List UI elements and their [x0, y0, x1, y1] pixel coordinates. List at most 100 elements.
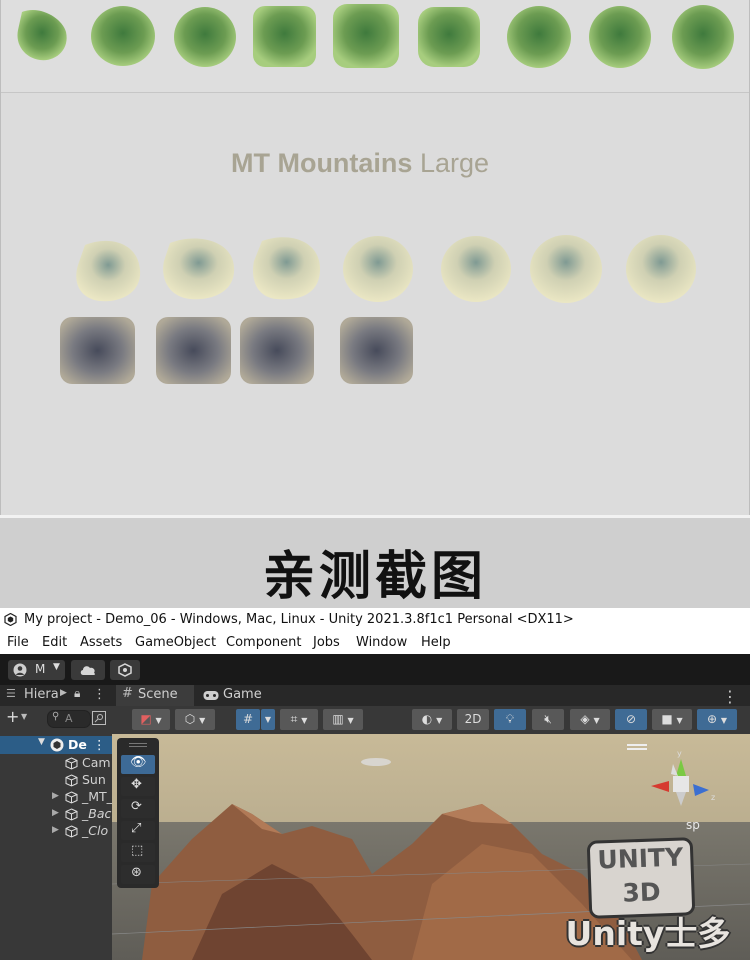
- rotate-tool-button[interactable]: ⟳: [121, 799, 155, 818]
- search-icon: ⚲: [52, 711, 60, 722]
- lock-icon[interactable]: 🔒︎: [74, 686, 80, 701]
- grid-icon: #: [122, 686, 133, 701]
- rock-mountain-1: [60, 317, 135, 384]
- unity-watermark: UNITY 3D Unity士多: [553, 835, 743, 953]
- hierarchy-item-clouds[interactable]: ▶ _Clo: [0, 823, 112, 840]
- add-icon[interactable]: +: [6, 707, 19, 726]
- ruler-dropdown[interactable]: ▥ ▼: [323, 709, 363, 730]
- menu-assets[interactable]: Assets: [80, 635, 122, 650]
- hierarchy-search-input[interactable]: ⚲ A: [47, 710, 91, 728]
- green-mountain-1: [17, 10, 67, 61]
- account-icon: [13, 663, 27, 677]
- collab-button[interactable]: [110, 660, 140, 680]
- eye-slash-icon: ⊘: [625, 712, 637, 726]
- collapse-arrow-icon[interactable]: ▶: [52, 808, 59, 818]
- toggle-2d-label: 2D: [464, 712, 482, 726]
- gizmo-icon: ⊕: [706, 712, 718, 726]
- rect-tool-button[interactable]: ⬚: [121, 843, 155, 862]
- chevron-down-icon[interactable]: ▼: [21, 712, 27, 721]
- panel-handle-icon[interactable]: [627, 744, 647, 746]
- watermark-line2: 3D: [621, 877, 662, 908]
- account-dropdown[interactable]: M ▼: [8, 660, 65, 680]
- move-tool-button[interactable]: ✥: [121, 777, 155, 796]
- menu-help[interactable]: Help: [421, 635, 451, 650]
- hierarchy-item-background[interactable]: ▶ _Bac: [0, 806, 112, 823]
- tab-scene[interactable]: # Scene: [116, 685, 194, 706]
- chevron-down-icon: ▼: [155, 716, 162, 725]
- transform-tool-button[interactable]: ⊛: [121, 865, 155, 884]
- move-arrows-icon: ✥: [131, 777, 142, 792]
- increment-snap-dropdown[interactable]: ⌗ ▼: [280, 709, 318, 730]
- gameobject-cube-icon: [65, 825, 78, 838]
- scene-name: De: [68, 737, 87, 752]
- hierarchy-item-mt[interactable]: ▶ _MT_: [0, 789, 113, 806]
- toggle-2d-button[interactable]: 2D: [457, 709, 489, 730]
- effects-dropdown[interactable]: ◈ ▼: [570, 709, 610, 730]
- hierarchy-item-camera[interactable]: Cam: [0, 755, 112, 772]
- collapse-arrow-icon[interactable]: ▶: [52, 791, 59, 801]
- menu-component[interactable]: Component: [226, 635, 301, 650]
- green-mountain-9: [672, 5, 734, 69]
- visibility-toggle[interactable]: ⊘: [615, 709, 647, 730]
- tab-scene-label: Scene: [138, 687, 178, 702]
- draw-mode-dropdown[interactable]: ◩ ▼: [132, 709, 170, 730]
- audio-toggle[interactable]: 🔇︎: [532, 709, 564, 730]
- eye-icon: 👁︎: [130, 755, 147, 770]
- collapse-arrow-icon[interactable]: ▶: [52, 825, 59, 835]
- lighting-toggle[interactable]: 💡︎: [494, 709, 526, 730]
- grid-snap-toggle[interactable]: #: [236, 709, 260, 730]
- unity-scene-icon: [50, 738, 64, 752]
- hierarchy-item-label: Sun: [82, 772, 106, 787]
- view-tool-button[interactable]: 👁︎: [121, 755, 155, 774]
- cloud-button[interactable]: [71, 660, 105, 680]
- menu-file[interactable]: File: [7, 635, 29, 650]
- draw-mode-icon: ◩: [140, 712, 152, 726]
- scale-tool-button[interactable]: ⤢: [121, 821, 155, 840]
- cloud-icon: [80, 666, 96, 675]
- cube-icon: ⬡: [184, 712, 196, 726]
- sand-mountain-1: [76, 240, 141, 302]
- green-mountain-5: [333, 4, 399, 68]
- hierarchy-item-label: _MT_: [82, 789, 113, 804]
- green-mountain-6: [418, 7, 480, 67]
- chevron-right-icon: ▶: [60, 688, 67, 698]
- chevron-down-icon: ▼: [593, 716, 600, 725]
- hierarchy-tab[interactable]: ☰ Hiera ▶ 🔒︎ ⋮: [0, 685, 112, 706]
- chevron-down-icon: ▼: [347, 716, 354, 725]
- chevron-down-icon: ▼: [301, 716, 308, 725]
- more-options-icon[interactable]: ⋮: [93, 687, 106, 702]
- grid-snap-dropdown[interactable]: ▼: [261, 709, 275, 730]
- rock-mountain-4: [340, 317, 413, 384]
- shading-dropdown[interactable]: ◐ ▼: [412, 709, 452, 730]
- window-title: My project - Demo_06 - Windows, Mac, Lin…: [24, 612, 574, 627]
- chevron-down-icon: ▼: [676, 716, 683, 725]
- scale-icon: ⤢: [131, 821, 142, 836]
- sand-mountain-5: [441, 236, 511, 302]
- camera-dropdown[interactable]: ■ ▼: [652, 709, 692, 730]
- svg-text:y: y: [677, 749, 682, 758]
- scene-options-icon[interactable]: ⋮: [93, 737, 106, 752]
- hierarchy-item-sun[interactable]: Sun: [0, 772, 112, 789]
- menu-edit[interactable]: Edit: [42, 635, 67, 650]
- gameobject-cube-icon: [65, 774, 78, 787]
- menu-window[interactable]: Window: [356, 635, 407, 650]
- green-mountain-3: [174, 7, 236, 67]
- gizmos-dropdown[interactable]: ⊕ ▼: [697, 709, 737, 730]
- account-label: M: [35, 662, 46, 676]
- chevron-down-icon: ▼: [199, 716, 206, 725]
- sand-mountain-2: [163, 238, 235, 300]
- menu-gameobject[interactable]: GameObject: [135, 635, 216, 650]
- more-options-icon[interactable]: ⋮: [722, 687, 738, 706]
- search-by-type-icon[interactable]: [92, 711, 106, 725]
- hierarchy-search-row: + ▼ ⚲ A: [0, 706, 112, 730]
- showcase-title: MT Mountains Large: [0, 148, 720, 179]
- expand-arrow-icon[interactable]: ▼: [38, 737, 45, 747]
- tool-palette: 👁︎ ✥ ⟳ ⤢ ⬚ ⊛: [117, 738, 159, 888]
- drag-handle-icon[interactable]: [129, 743, 147, 744]
- hierarchy-scene-row[interactable]: ▼ De ⋮: [0, 736, 112, 754]
- unity-logo-icon: [4, 613, 17, 626]
- menu-jobs[interactable]: Jobs: [313, 635, 340, 650]
- render-mode-dropdown[interactable]: ⬡ ▼: [175, 709, 215, 730]
- tab-game[interactable]: Game: [198, 685, 268, 706]
- mute-audio-icon: 🔇︎: [544, 712, 552, 726]
